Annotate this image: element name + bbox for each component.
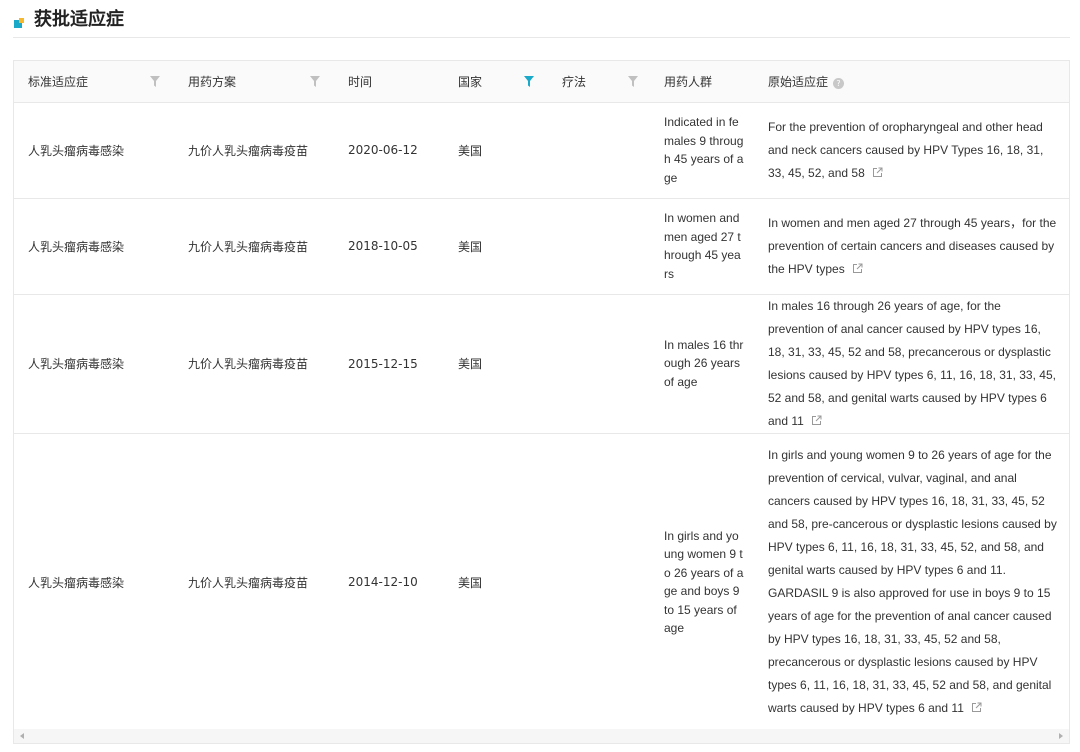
section-title: 获批适应症	[34, 9, 124, 30]
column-header-therapy: 疗法	[548, 61, 652, 103]
external-link-icon[interactable]	[811, 415, 822, 426]
scroll-left-arrow-icon[interactable]	[20, 733, 24, 739]
cell-country: 美国	[444, 102, 548, 199]
cell-original-indication: In girls and young women 9 to 26 years o…	[756, 433, 1069, 732]
cell-country: 美国	[444, 433, 548, 732]
cell-indication: 人乳头瘤病毒感染	[14, 294, 174, 434]
filter-icon[interactable]	[524, 76, 534, 87]
cell-therapy	[548, 294, 652, 434]
column-header-original-indication: 原始适应症?	[756, 61, 1069, 103]
cell-regimen: 九价人乳头瘤病毒疫苗	[174, 294, 334, 434]
cell-therapy	[548, 198, 652, 295]
external-link-icon[interactable]	[872, 167, 883, 178]
cell-regimen: 九价人乳头瘤病毒疫苗	[174, 198, 334, 295]
section-header: 获批适应症	[13, 8, 1070, 38]
cell-therapy	[548, 433, 652, 732]
table-row: 人乳头瘤病毒感染 九价人乳头瘤病毒疫苗 2014-12-10 美国 In girls a…	[14, 433, 1069, 732]
column-header-regimen: 用药方案	[174, 61, 334, 103]
table-header-row: 标准适应症 用药方案 时间 国家 疗法 用药人群 原始适应症 ?	[14, 61, 1069, 103]
scroll-right-arrow-icon[interactable]	[1059, 733, 1063, 739]
cell-date: 2020-06-12	[334, 102, 444, 199]
external-link-icon[interactable]	[852, 263, 863, 274]
indications-table: 标准适应症 用药方案 时间 国家 疗法 用药人群 原始适应症 ? 人乳头瘤病毒感…	[13, 60, 1070, 744]
filter-icon[interactable]	[150, 76, 160, 87]
table-row: 人乳头瘤病毒感染 九价人乳头瘤病毒疫苗 2018-10-05 美国 In women a…	[14, 198, 1069, 295]
horizontal-scrollbar[interactable]	[14, 729, 1069, 743]
column-header-population: 用药人群	[652, 61, 756, 103]
table-row: 人乳头瘤病毒感染 九价人乳头瘤病毒疫苗 2015-12-15 美国 In males 1…	[14, 294, 1069, 434]
cell-regimen: 九价人乳头瘤病毒疫苗	[174, 102, 334, 199]
cell-date: 2018-10-05	[334, 198, 444, 295]
column-header-indication: 标准适应症	[14, 61, 174, 103]
cell-date: 2014-12-10	[334, 433, 444, 732]
cell-date: 2015-12-15	[334, 294, 444, 434]
filter-icon[interactable]	[628, 76, 638, 87]
external-link-icon[interactable]	[971, 702, 982, 713]
cell-indication: 人乳头瘤病毒感染	[14, 198, 174, 295]
table-row: 人乳头瘤病毒感染 九价人乳头瘤病毒疫苗 2020-06-12 美国 Indicated …	[14, 102, 1069, 199]
cell-indication: 人乳头瘤病毒感染	[14, 433, 174, 732]
cell-population: In girls and young women 9 to 26 years o…	[652, 433, 756, 732]
cell-regimen: 九价人乳头瘤病毒疫苗	[174, 433, 334, 732]
cell-original-indication: For the prevention of oropharyngeal and …	[756, 102, 1069, 199]
cell-population: In males 16 through 26 years of age	[652, 294, 756, 434]
cell-indication: 人乳头瘤病毒感染	[14, 102, 174, 199]
column-header-country: 国家	[444, 61, 548, 103]
cell-therapy	[548, 102, 652, 199]
question-circle-icon[interactable]: ?	[833, 77, 845, 89]
cell-original-indication: In males 16 through 26 years of age, for…	[756, 294, 1069, 434]
section-title-mark-icon	[14, 18, 24, 28]
filter-icon[interactable]	[310, 76, 320, 87]
cell-population: Indicated in females 9 through 45 years …	[652, 102, 756, 199]
cell-population: In women and men aged 27 through 45 year…	[652, 198, 756, 295]
cell-country: 美国	[444, 198, 548, 295]
column-header-date: 时间	[334, 61, 444, 103]
cell-country: 美国	[444, 294, 548, 434]
cell-original-indication: In women and men aged 27 through 45 year…	[756, 198, 1069, 295]
